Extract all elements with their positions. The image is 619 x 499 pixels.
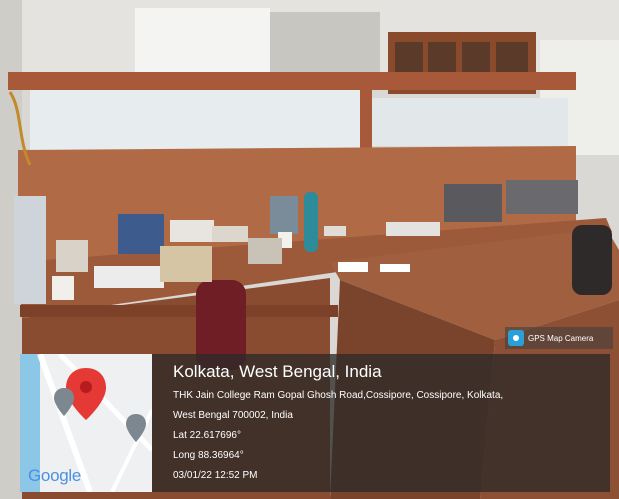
location-title: Kolkata, West Bengal, India xyxy=(173,362,382,381)
address-line-1: THK Jain College Ram Gopal Ghosh Road,Co… xyxy=(173,390,504,401)
office-photo: GPS Map Camera Google Kolkata, West Beng… xyxy=(0,0,619,499)
longitude: Long 88.36964° xyxy=(173,450,244,461)
google-logo: Google xyxy=(28,466,82,485)
gps-camera-icon xyxy=(508,330,524,346)
latitude: Lat 22.617696° xyxy=(173,430,241,441)
gps-info-panel: Google Kolkata, West Bengal, India THK J… xyxy=(20,354,610,492)
gps-text-block: Kolkata, West Bengal, India THK Jain Col… xyxy=(173,362,603,486)
watermark-label: GPS Map Camera xyxy=(528,333,594,343)
map-thumbnail: Google xyxy=(20,354,152,492)
gps-camera-watermark: GPS Map Camera xyxy=(505,327,613,349)
timestamp: 03/01/22 12:52 PM xyxy=(173,470,258,481)
address-line-2: West Bengal 700002, India xyxy=(173,410,293,421)
